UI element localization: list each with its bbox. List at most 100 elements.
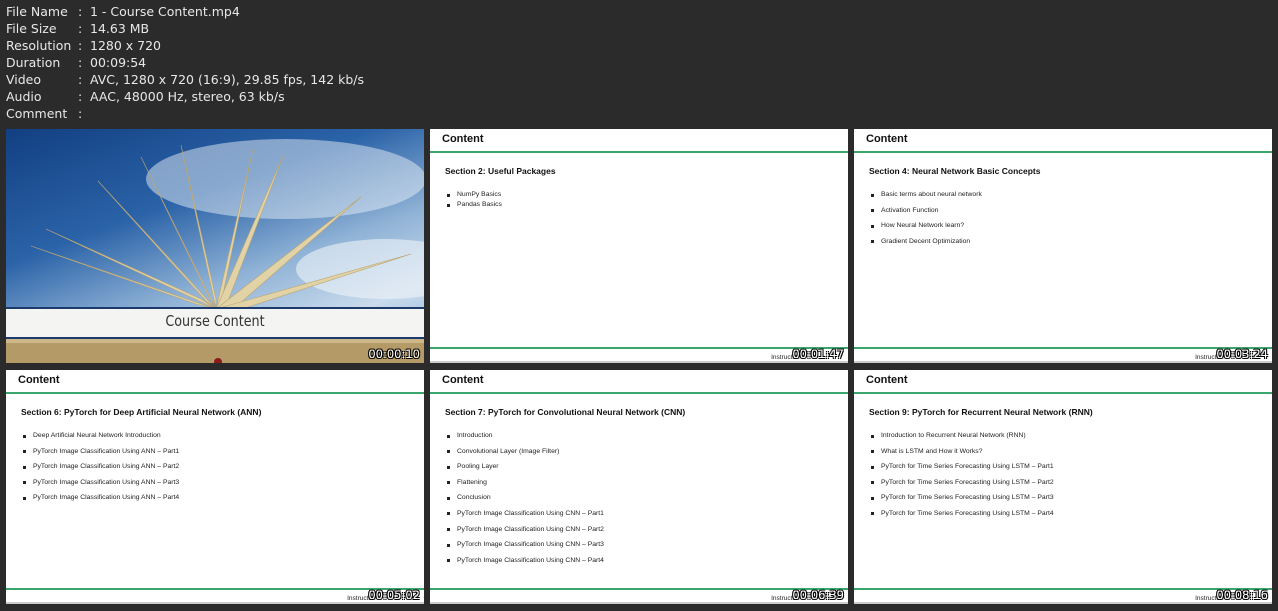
- bullet-icon: [871, 240, 874, 244]
- bullet-text: PyTorch Image Classification Using ANN –…: [33, 463, 180, 471]
- bullet-icon: [23, 465, 26, 469]
- bullet-item: PyTorch for Time Series Forecasting Usin…: [869, 510, 1054, 526]
- info-row: Resolution:1280 x 720: [6, 37, 364, 54]
- bullet-text: Introduction to Recurrent Neural Network…: [881, 432, 1026, 439]
- info-separator: :: [78, 21, 83, 36]
- bullet-text: Activation Function: [881, 206, 939, 214]
- info-key: Resolution: [6, 38, 72, 53]
- bullet-item: Flattening: [445, 479, 604, 495]
- info-row: File Size:14.63 MB: [6, 20, 364, 37]
- timestamp: 00:01:47: [792, 347, 844, 361]
- timestamp: 00:00:10: [368, 347, 420, 361]
- thumbnail-slide[interactable]: Content Section 7: PyTorch for Convoluti…: [430, 370, 848, 604]
- bullet-text: Conclusion: [457, 494, 491, 502]
- bullet-icon: [871, 434, 874, 438]
- bullet-item: Pandas Basics: [445, 201, 502, 211]
- section-heading: Section 9: PyTorch for Recurrent Neural …: [869, 407, 1093, 417]
- bullet-text: PyTorch Image Classification Using CNN –…: [457, 525, 604, 533]
- info-key: Video: [6, 72, 42, 87]
- thumbnail-slide[interactable]: Content Section 2: Useful Packages NumPy…: [430, 129, 848, 363]
- bullet-icon: [871, 209, 874, 213]
- info-key: File Size: [6, 21, 57, 36]
- bullet-item: Basic terms about neural network: [869, 191, 982, 207]
- slide-edge: [430, 602, 848, 604]
- info-row: Comment:: [6, 105, 364, 122]
- bullet-item: What is LSTM and How it Works?: [869, 448, 1054, 464]
- bullet-icon: [871, 193, 874, 197]
- info-value: 00:09:54: [90, 55, 147, 70]
- bullet-text: PyTorch Image Classification Using CNN –…: [457, 556, 604, 564]
- divider: [854, 151, 1272, 153]
- bullet-list: Introduction to Recurrent Neural Network…: [869, 432, 1054, 526]
- bullet-item: PyTorch Image Classification Using CNN –…: [445, 541, 604, 557]
- slide-title: Content: [18, 374, 60, 386]
- bullet-list: NumPy Basics Pandas Basics: [445, 191, 502, 212]
- info-key: Duration: [6, 55, 61, 70]
- bullet-icon: [871, 512, 874, 516]
- bullet-text: Basic terms about neural network: [881, 191, 982, 198]
- bullet-item: Activation Function: [869, 207, 982, 223]
- thumbnail-slide[interactable]: Content Section 6: PyTorch for Deep Arti…: [6, 370, 424, 604]
- divider: [430, 151, 848, 153]
- bullet-text: PyTorch Image Classification Using ANN –…: [33, 494, 180, 502]
- bullet-item: PyTorch Image Classification Using CNN –…: [445, 510, 604, 526]
- divider: [854, 392, 1272, 394]
- bullet-item: Convolutional Layer (Image Filter): [445, 448, 604, 464]
- thumbnail-slide[interactable]: Content Section 4: Neural Network Basic …: [854, 129, 1272, 363]
- bullet-icon: [447, 496, 450, 500]
- slide-edge: [854, 602, 1272, 604]
- info-separator: :: [78, 89, 83, 104]
- info-value: 14.63 MB: [90, 21, 150, 36]
- bullet-icon: [871, 496, 874, 500]
- section-heading: Section 4: Neural Network Basic Concepts: [869, 166, 1041, 176]
- bullet-item: PyTorch for Time Series Forecasting Usin…: [869, 463, 1054, 479]
- bullet-item: Gradient Decent Optimization: [869, 238, 982, 254]
- info-row: File Name:1 - Course Content.mp4: [6, 3, 364, 20]
- bullet-list: Introduction Convolutional Layer (Image F…: [445, 432, 604, 572]
- thumbnail-cover[interactable]: Course Content 00:00:10: [6, 129, 424, 363]
- bullet-text: Pandas Basics: [457, 201, 502, 209]
- section-heading: Section 6: PyTorch for Deep Artificial N…: [21, 407, 262, 417]
- bullet-item: Introduction: [445, 432, 604, 448]
- bullet-item: PyTorch for Time Series Forecasting Usin…: [869, 479, 1054, 495]
- divider: [6, 392, 424, 394]
- bullet-icon: [447, 450, 450, 454]
- bullet-text: Flattening: [457, 478, 487, 486]
- slide-title: Content: [442, 374, 484, 386]
- bullet-icon: [23, 481, 26, 485]
- bullet-text: NumPy Basics: [457, 191, 502, 198]
- info-value: 1 - Course Content.mp4: [90, 4, 240, 19]
- bullet-text: PyTorch for Time Series Forecasting Usin…: [881, 463, 1054, 471]
- bullet-icon: [447, 543, 450, 547]
- divider: [430, 588, 848, 590]
- timestamp: 00:05:02: [368, 588, 420, 602]
- bullet-item: Conclusion: [445, 494, 604, 510]
- slide-edge: [854, 361, 1272, 363]
- thumbnail-slide[interactable]: Content Section 9: PyTorch for Recurrent…: [854, 370, 1272, 604]
- info-value: AVC, 1280 x 720 (16:9), 29.85 fps, 142 k…: [90, 72, 365, 87]
- info-separator: :: [78, 106, 83, 121]
- info-separator: :: [78, 72, 83, 87]
- bullet-item: Deep Artificial Neural Network Introduct…: [21, 432, 179, 448]
- bullet-item: PyTorch Image Classification Using ANN –…: [21, 494, 179, 510]
- bullet-list: Deep Artificial Neural Network Introduct…: [21, 432, 179, 510]
- bullet-list: Basic terms about neural network Activati…: [869, 191, 982, 253]
- bullet-item: PyTorch Image Classification Using ANN –…: [21, 463, 179, 479]
- bullet-item: Introduction to Recurrent Neural Network…: [869, 432, 1054, 448]
- bullet-item: PyTorch Image Classification Using CNN –…: [445, 526, 604, 542]
- bullet-item: PyTorch Image Classification Using CNN –…: [445, 557, 604, 573]
- info-separator: :: [78, 38, 83, 53]
- timestamp: 00:03:24: [1216, 347, 1268, 361]
- info-separator: :: [78, 55, 83, 70]
- bullet-icon: [447, 193, 450, 197]
- divider: [430, 392, 848, 394]
- slide-title: Content: [866, 133, 908, 145]
- info-value: AAC, 48000 Hz, stereo, 63 kb/s: [90, 89, 285, 104]
- bullet-item: PyTorch Image Classification Using ANN –…: [21, 479, 179, 495]
- bullet-icon: [447, 559, 450, 563]
- divider: [854, 588, 1272, 590]
- bullet-icon: [871, 450, 874, 454]
- cover-title: Course Content: [165, 312, 265, 330]
- bullet-text: PyTorch for Time Series Forecasting Usin…: [881, 478, 1054, 486]
- bullet-icon: [871, 224, 874, 228]
